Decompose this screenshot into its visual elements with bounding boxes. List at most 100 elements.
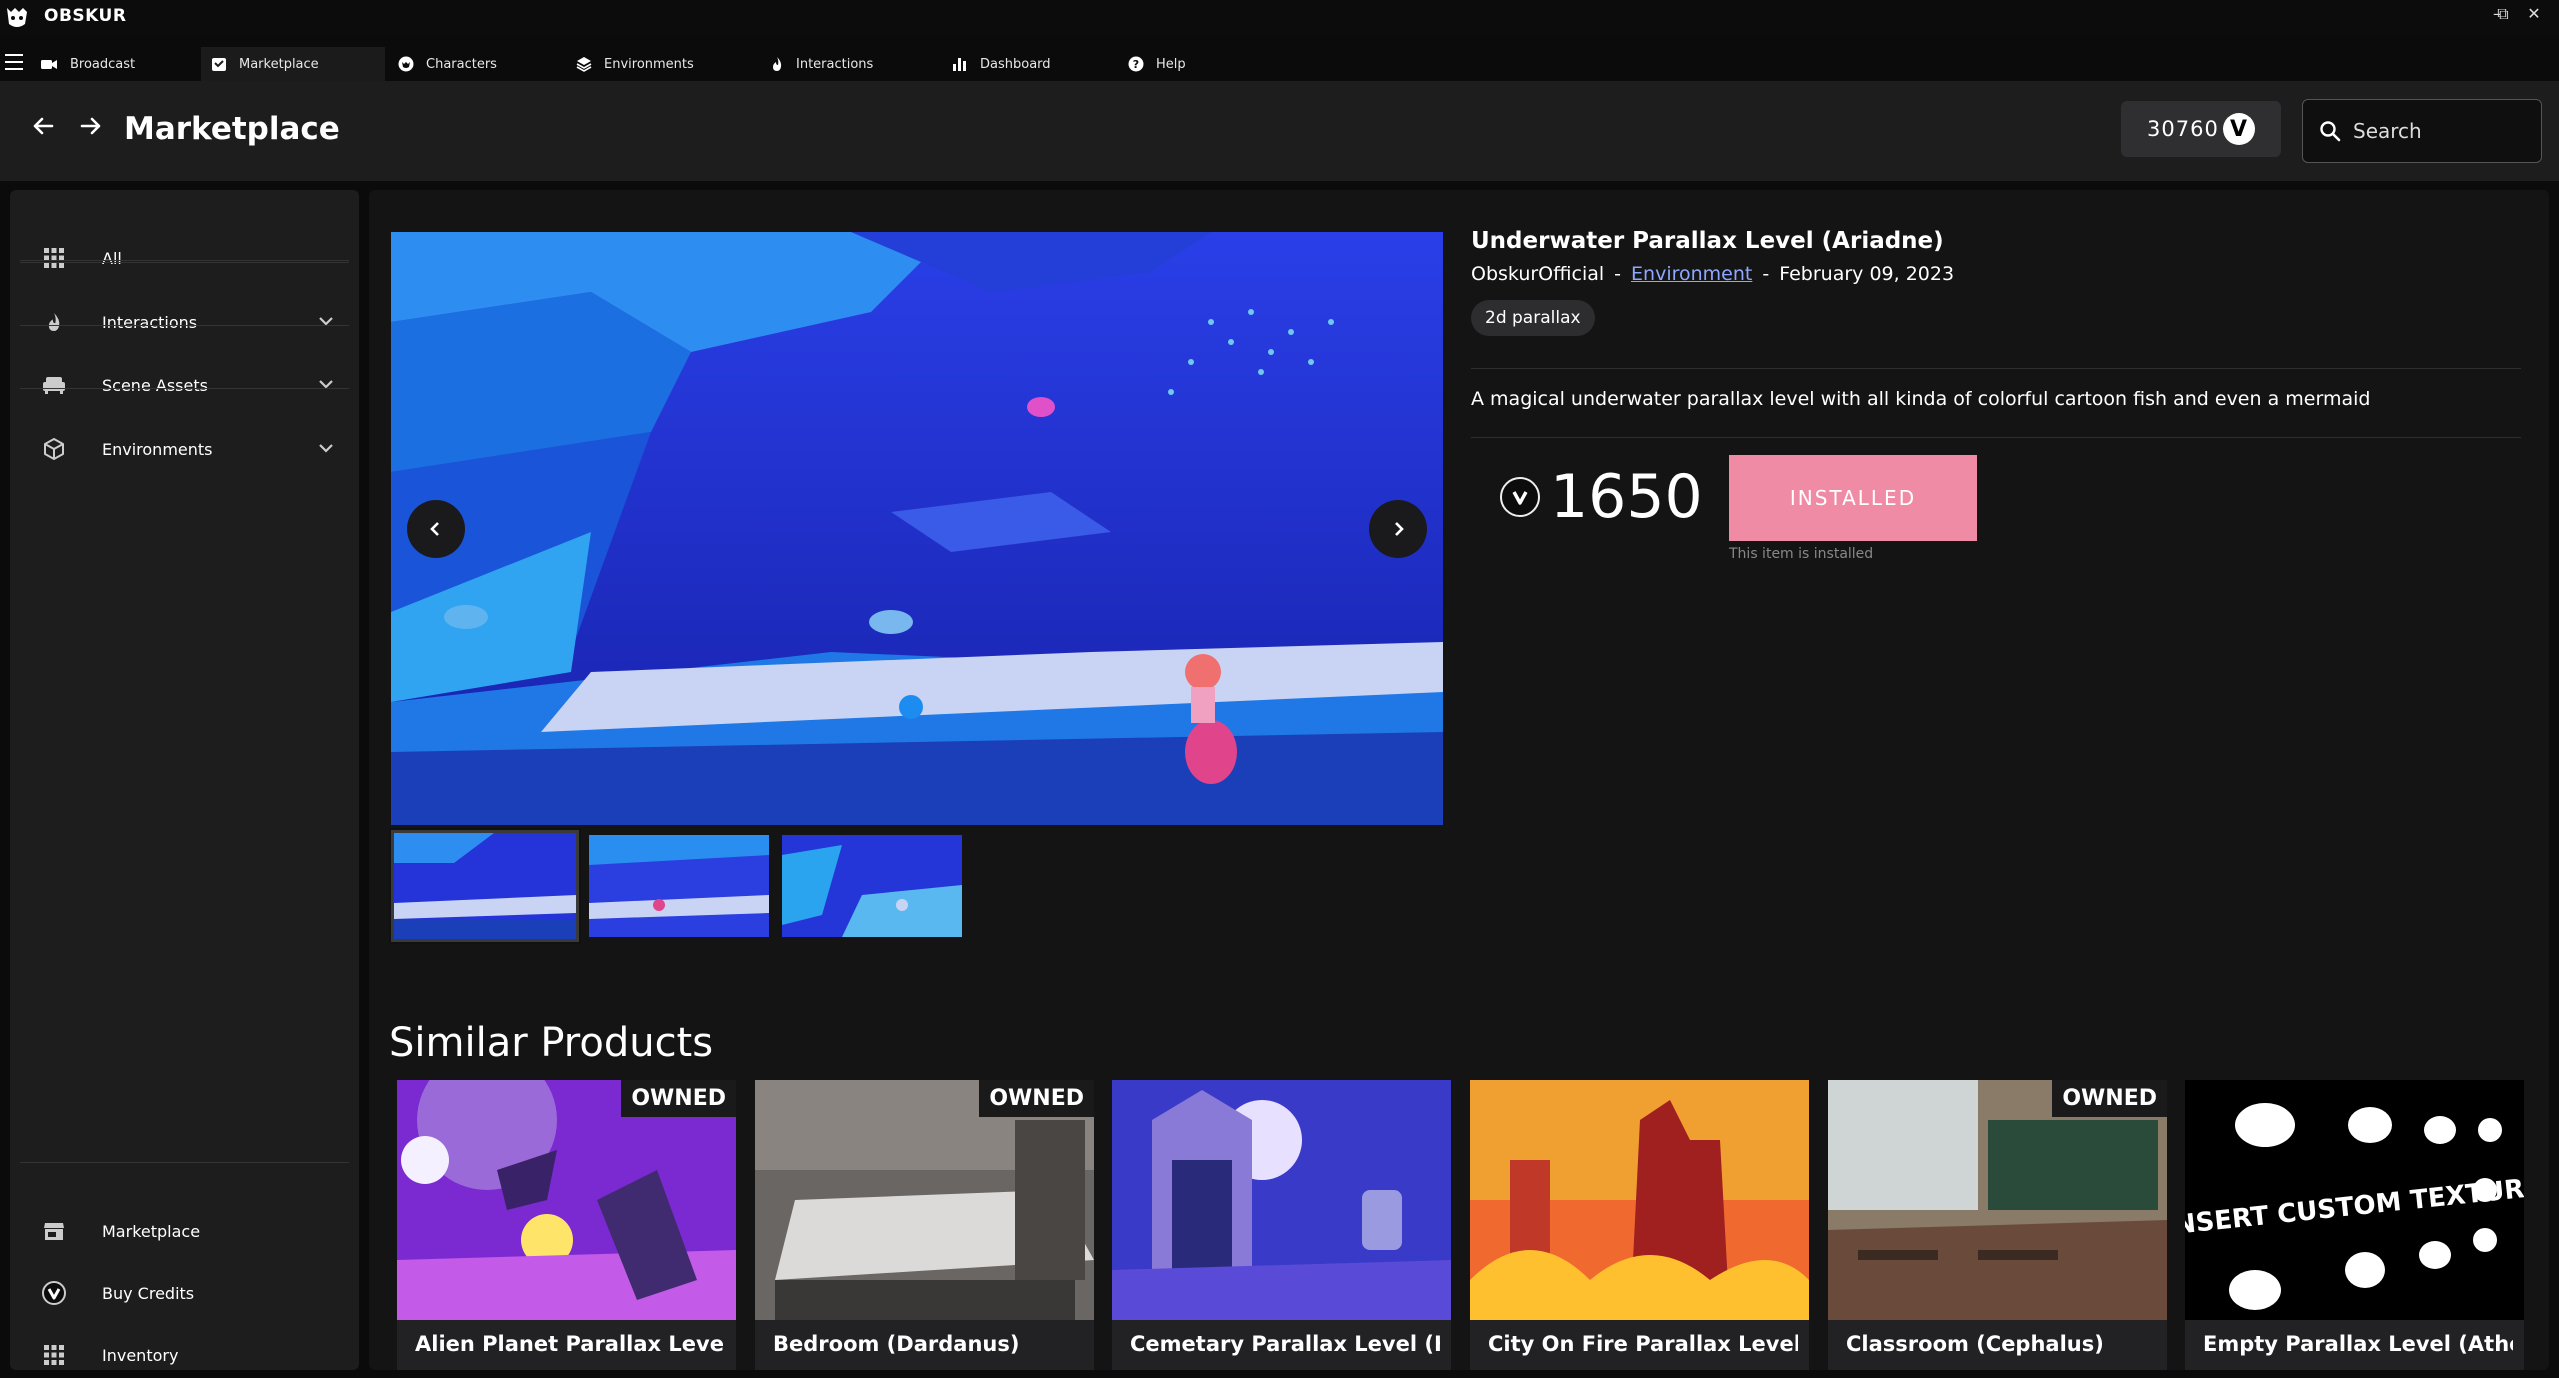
- restore-icon[interactable]: ⧉: [2488, 4, 2518, 24]
- chevron-down-icon[interactable]: [317, 439, 335, 457]
- sidebar-item-interactions[interactable]: Interactions: [20, 291, 349, 353]
- title-bar: OBSKUR – ⧉ ✕: [0, 0, 2559, 34]
- product-card-name: City On Fire Parallax Level (P…: [1488, 1332, 1798, 1356]
- tab-characters[interactable]: Characters: [388, 47, 568, 81]
- tab-help[interactable]: ? Help: [1118, 47, 1258, 81]
- close-icon[interactable]: ✕: [2519, 4, 2549, 23]
- product-card-image: [1112, 1080, 1451, 1320]
- chevron-down-icon[interactable]: [317, 375, 335, 393]
- product-image: [391, 232, 1443, 825]
- sidebar-item-environments[interactable]: Environments: [20, 418, 349, 480]
- sidebar-item-label: Interactions: [102, 312, 198, 332]
- divider: [20, 260, 349, 261]
- product-card[interactable]: OWNED Bedroom (Dardanus): [755, 1080, 1094, 1370]
- installed-button[interactable]: INSTALLED: [1729, 455, 1977, 541]
- tab-broadcast[interactable]: Broadcast: [30, 47, 200, 81]
- divider: [20, 262, 349, 263]
- grid-icon: [44, 248, 64, 268]
- page-title: Marketplace: [124, 111, 340, 147]
- product-card-name: Classroom (Cephalus): [1846, 1332, 2104, 1356]
- tab-label: Broadcast: [70, 56, 136, 72]
- tab-label: Environments: [604, 56, 694, 72]
- sidebar-item-marketplace[interactable]: Marketplace: [20, 1200, 349, 1262]
- search-box[interactable]: [2302, 99, 2542, 163]
- product-card[interactable]: OWNED Classroom (Cephalus): [1828, 1080, 2167, 1370]
- product-card-name: Cemetary Parallax Level (He…: [1130, 1332, 1440, 1356]
- product-meta: ObskurOfficial - Environment - February …: [1471, 263, 1954, 285]
- carousel-prev-button[interactable]: [407, 500, 465, 558]
- sidebar-item-inventory[interactable]: Inventory: [20, 1324, 349, 1378]
- search-icon: [2320, 121, 2341, 142]
- product-detail: Underwater Parallax Level (Ariadne) Obsk…: [369, 190, 2549, 1370]
- carousel-next-button[interactable]: [1369, 500, 1427, 558]
- product-card[interactable]: OWNED Alien Planet Parallax Level (…: [397, 1080, 736, 1370]
- page-header: Marketplace 30760 V: [0, 81, 2559, 181]
- bar-chart-icon: [953, 58, 966, 71]
- divider: [1471, 437, 2521, 438]
- product-tag[interactable]: 2d parallax: [1471, 300, 1595, 336]
- product-category-link[interactable]: Environment: [1631, 263, 1752, 285]
- tab-dashboard[interactable]: Dashboard: [942, 47, 1122, 81]
- sidebar-item-label: Buy Credits: [102, 1283, 195, 1303]
- owned-badge: OWNED: [2052, 1080, 2167, 1117]
- thumbnail-2[interactable]: [589, 835, 769, 937]
- character-icon: [398, 56, 414, 72]
- sofa-icon: [43, 377, 65, 394]
- credits-balance[interactable]: 30760 V: [2121, 101, 2281, 157]
- coin-icon: V: [2223, 113, 2255, 145]
- sidebar-item-label: Environments: [102, 439, 213, 459]
- thumbnail-3[interactable]: [782, 835, 962, 937]
- search-input[interactable]: [2353, 119, 2523, 143]
- product-card-image: [1470, 1080, 1809, 1320]
- tab-label: Help: [1156, 56, 1186, 72]
- product-card-name: Alien Planet Parallax Level (…: [415, 1332, 725, 1356]
- owned-badge: OWNED: [979, 1080, 1094, 1117]
- top-nav: Broadcast Marketplace Characters Environ…: [0, 47, 2559, 120]
- divider: [20, 1162, 349, 1163]
- product-card[interactable]: Cemetary Parallax Level (He…: [1112, 1080, 1451, 1370]
- grid-icon: [44, 1345, 64, 1365]
- sidebar-item-label: Marketplace: [102, 1221, 201, 1241]
- underwater-scene-image: [391, 232, 1443, 825]
- credits-value: 30760: [2147, 117, 2219, 141]
- owned-badge: OWNED: [621, 1080, 736, 1117]
- forward-arrow-icon[interactable]: [76, 111, 106, 141]
- sidebar-item-all[interactable]: All: [20, 227, 349, 289]
- video-camera-icon: [41, 60, 57, 69]
- divider: [20, 325, 349, 326]
- thumbnail-1[interactable]: [389, 828, 581, 944]
- sidebar: All Interactions Scene Assets Environmen…: [10, 190, 359, 1370]
- cube-icon: [44, 438, 64, 460]
- product-card-name: Bedroom (Dardanus): [773, 1332, 1020, 1356]
- sidebar-item-label: Scene Assets: [102, 375, 208, 395]
- tab-label: Marketplace: [239, 56, 319, 72]
- flame-icon: [48, 313, 60, 331]
- tab-environments[interactable]: Environments: [566, 47, 756, 81]
- coin-icon: [42, 1281, 66, 1305]
- meta-separator: -: [1614, 263, 1622, 285]
- tab-interactions[interactable]: Interactions: [760, 47, 940, 81]
- tab-marketplace[interactable]: Marketplace: [201, 47, 385, 81]
- product-description: A magical underwater parallax level with…: [1471, 388, 2371, 410]
- product-card[interactable]: City On Fire Parallax Level (P…: [1470, 1080, 1809, 1370]
- sidebar-item-scene-assets[interactable]: Scene Assets: [20, 354, 349, 416]
- svg-text:?: ?: [1133, 58, 1139, 71]
- app-title: OBSKUR: [44, 6, 127, 26]
- tab-label: Dashboard: [980, 56, 1051, 72]
- menu-icon[interactable]: [5, 54, 23, 70]
- store-icon: [44, 1223, 64, 1240]
- chevron-left-icon: [430, 522, 439, 536]
- sidebar-item-buy-credits[interactable]: Buy Credits: [20, 1262, 349, 1324]
- product-card-image: <INSERT CUSTOM TEXTURE>: [2185, 1080, 2524, 1320]
- meta-separator: -: [1762, 263, 1770, 285]
- help-icon: ?: [1128, 56, 1144, 72]
- chevron-down-icon[interactable]: [317, 312, 335, 330]
- back-arrow-icon[interactable]: [28, 111, 58, 141]
- product-card[interactable]: <INSERT CUSTOM TEXTURE> Empty Parallax L…: [2185, 1080, 2524, 1370]
- divider: [1471, 368, 2521, 369]
- tab-label: Characters: [426, 56, 497, 72]
- divider: [20, 388, 349, 389]
- product-card-name: Empty Parallax Level (Athen…: [2203, 1332, 2513, 1356]
- sidebar-item-label: Inventory: [102, 1345, 179, 1365]
- flame-icon: [773, 57, 782, 71]
